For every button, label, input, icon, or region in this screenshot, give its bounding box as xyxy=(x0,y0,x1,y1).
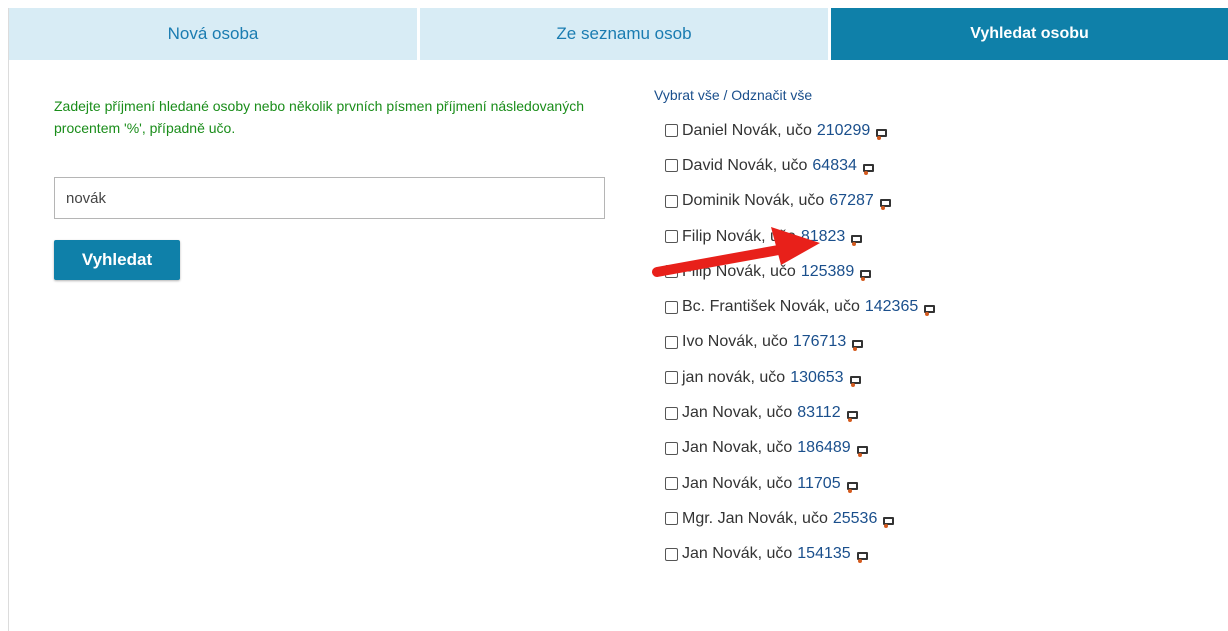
result-row: Filip Novák, učo 125389 xyxy=(665,254,1205,289)
result-name: Jan Novak, učo xyxy=(682,439,793,457)
search-instructions: Zadejte příjmení hledané osoby nebo něko… xyxy=(54,98,584,136)
tab-new-person[interactable]: Nová osoba xyxy=(9,8,417,60)
tab-from-list[interactable]: Ze seznamu osob xyxy=(420,8,828,60)
result-checkbox[interactable] xyxy=(665,265,678,279)
result-uco-link[interactable]: 81823 xyxy=(801,228,846,246)
result-name: Ivo Novák, učo xyxy=(682,333,788,351)
select-all-link[interactable]: Vybrat vše xyxy=(654,87,720,103)
result-row: David Novák, učo 64834 xyxy=(665,148,1205,183)
result-row: Ivo Novák, učo 176713 xyxy=(665,325,1205,360)
card-icon[interactable] xyxy=(851,234,863,246)
result-checkbox[interactable] xyxy=(665,230,678,244)
result-row: Jan Novák, učo 11705 xyxy=(665,466,1205,501)
card-icon[interactable] xyxy=(876,128,888,140)
result-row: Jan Novák, učo 154135 xyxy=(665,537,1205,572)
result-name: Daniel Novák, učo xyxy=(682,121,812,139)
result-row: Jan Novak, učo 83112 xyxy=(665,395,1205,430)
result-uco-link[interactable]: 154135 xyxy=(797,545,850,563)
card-icon[interactable] xyxy=(846,481,858,493)
selection-links: Vybrat vše / Odznačit vše xyxy=(654,87,812,103)
result-row: Jan Novak, učo 186489 xyxy=(665,431,1205,466)
result-uco-link[interactable]: 176713 xyxy=(793,333,846,351)
result-checkbox[interactable] xyxy=(665,371,678,385)
result-uco-link[interactable]: 125389 xyxy=(801,263,854,281)
result-row: Filip Novák, učo 81823 xyxy=(665,219,1205,254)
search-input[interactable] xyxy=(54,177,605,219)
result-checkbox[interactable] xyxy=(665,547,678,561)
search-button[interactable]: Vyhledat xyxy=(54,240,180,280)
result-checkbox[interactable] xyxy=(665,441,678,455)
result-name: jan novák, učo xyxy=(682,368,786,386)
result-checkbox[interactable] xyxy=(665,159,678,173)
result-name: Dominik Novák, učo xyxy=(682,192,825,210)
card-icon[interactable] xyxy=(883,516,895,528)
card-icon[interactable] xyxy=(860,269,872,281)
result-uco-link[interactable]: 11705 xyxy=(797,475,840,493)
result-uco-link[interactable]: 210299 xyxy=(817,122,870,140)
deselect-all-link[interactable]: Odznačit vše xyxy=(731,87,812,103)
result-checkbox[interactable] xyxy=(665,477,678,491)
card-icon[interactable] xyxy=(846,411,858,423)
result-checkbox[interactable] xyxy=(665,512,678,526)
card-icon[interactable] xyxy=(856,446,868,458)
result-checkbox[interactable] xyxy=(665,335,678,349)
result-checkbox[interactable] xyxy=(665,194,678,208)
result-name: Jan Novak, učo xyxy=(682,404,793,422)
result-row: jan novák, učo 130653 xyxy=(665,360,1205,395)
result-name: Jan Novák, učo xyxy=(682,545,793,563)
result-uco-link[interactable]: 142365 xyxy=(865,298,918,316)
result-checkbox[interactable] xyxy=(665,406,678,420)
card-icon[interactable] xyxy=(879,199,891,211)
card-icon[interactable] xyxy=(862,163,874,175)
tab-bar: Nová osoba Ze seznamu osob Vyhledat osob… xyxy=(9,8,1228,60)
result-name: Filip Novák, učo xyxy=(682,227,796,245)
result-name: Jan Novák, učo xyxy=(682,474,793,492)
result-uco-link[interactable]: 83112 xyxy=(797,404,840,422)
results-list: Daniel Novák, učo 210299 David Novák, učo 6… xyxy=(665,113,1205,572)
card-icon[interactable] xyxy=(856,552,868,564)
result-uco-link[interactable]: 186489 xyxy=(797,439,850,457)
result-uco-link[interactable]: 25536 xyxy=(833,510,878,528)
card-icon[interactable] xyxy=(849,375,861,387)
result-row: Bc. František Novák, učo 142365 xyxy=(665,289,1205,324)
result-name: Filip Novák, učo xyxy=(682,262,796,280)
selection-separator: / xyxy=(723,87,728,103)
result-uco-link[interactable]: 67287 xyxy=(829,192,874,210)
card-icon[interactable] xyxy=(924,305,936,317)
result-name: Mgr. Jan Novák, učo xyxy=(682,509,828,527)
result-uco-link[interactable]: 64834 xyxy=(812,157,857,175)
result-checkbox[interactable] xyxy=(665,124,678,138)
tab-search-person[interactable]: Vyhledat osobu xyxy=(831,8,1228,60)
result-checkbox[interactable] xyxy=(665,300,678,314)
result-row: Mgr. Jan Novák, učo 25536 xyxy=(665,501,1205,536)
result-uco-link[interactable]: 130653 xyxy=(790,369,843,387)
result-row: Dominik Novák, učo 67287 xyxy=(665,184,1205,219)
result-row: Daniel Novák, učo 210299 xyxy=(665,113,1205,148)
card-icon[interactable] xyxy=(852,340,864,352)
result-name: Bc. František Novák, učo xyxy=(682,298,860,316)
result-name: David Novák, učo xyxy=(682,156,808,174)
